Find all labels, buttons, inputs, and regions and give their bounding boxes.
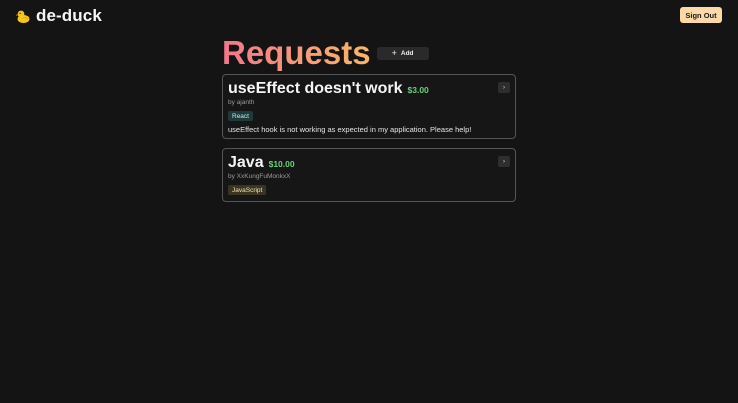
request-price: $3.00 <box>407 85 429 95</box>
request-author: by XxKungFuMonkxX <box>228 173 291 180</box>
request-tag: JavaScript <box>228 185 267 195</box>
request-price: $10.00 <box>268 159 295 169</box>
page-heading-row: Requests + Add <box>222 35 429 71</box>
request-description: useEffect hook is not working as expecte… <box>228 125 472 134</box>
request-card[interactable]: useEffect doesn't work $3.00 › by ajanth… <box>222 74 516 139</box>
chevron-right-icon: › <box>503 84 505 91</box>
chevron-right-icon: › <box>503 158 505 165</box>
duck-icon <box>15 8 31 24</box>
request-card[interactable]: Java $10.00 › by XxKungFuMonkxX JavaScri… <box>222 148 516 202</box>
request-author: by ajanth <box>228 99 255 106</box>
brand-logo[interactable]: de-duck <box>15 6 102 26</box>
request-card-header: Java $10.00 <box>228 154 295 172</box>
request-tag: React <box>228 111 253 121</box>
request-card-header: useEffect doesn't work $3.00 <box>228 80 429 98</box>
page-title: Requests <box>222 34 371 71</box>
add-button-label: Add <box>400 49 414 57</box>
request-title: useEffect doesn't work <box>228 80 403 97</box>
request-title: Java <box>228 154 264 171</box>
top-bar: de-duck Sign Out <box>0 0 738 34</box>
open-request-button[interactable]: › <box>498 156 510 167</box>
sign-out-button[interactable]: Sign Out <box>680 7 722 23</box>
open-request-button[interactable]: › <box>498 82 510 93</box>
brand-name: de-duck <box>36 6 102 25</box>
plus-icon: + <box>391 47 397 58</box>
add-request-button[interactable]: + Add <box>376 46 429 60</box>
